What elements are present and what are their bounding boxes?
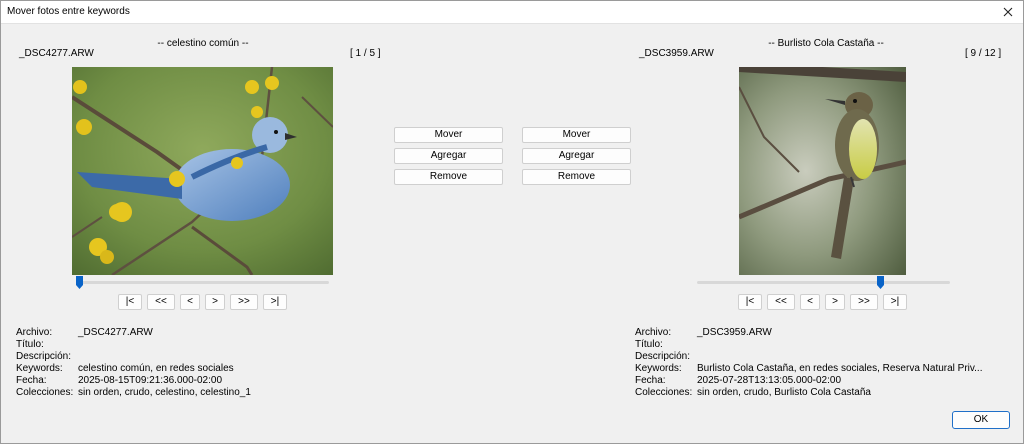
left-photo-image (72, 67, 333, 275)
right-slider-thumb[interactable] (876, 276, 884, 289)
left-photo (72, 67, 333, 275)
right-label-fecha: Fecha: (635, 375, 666, 386)
right-label-colecciones: Colecciones: (635, 387, 693, 398)
right-label-titulo: Título: (635, 339, 663, 350)
window-title: Mover fotos entre keywords (7, 6, 130, 17)
right-value-archivo: _DSC3959.ARW (697, 327, 772, 338)
right-nav-back-button[interactable]: < (800, 294, 820, 310)
left-nav-forward-many-button[interactable]: >> (230, 294, 258, 310)
left-label-colecciones: Colecciones: (16, 387, 74, 398)
right-value-colecciones: sin orden, crudo, Burlisto Cola Castaña (697, 387, 871, 398)
right-photo-image (739, 67, 906, 275)
right-label-keywords: Keywords: (635, 363, 682, 374)
left-nav-back-many-button[interactable]: << (147, 294, 175, 310)
left-nav-forward-button[interactable]: > (205, 294, 225, 310)
left-nav-last-button[interactable]: >| (263, 294, 287, 310)
left-label-fecha: Fecha: (16, 375, 47, 386)
right-remove-button[interactable]: Remove (522, 169, 631, 185)
right-nav-forward-many-button[interactable]: >> (850, 294, 878, 310)
left-nav-first-button[interactable]: |< (118, 294, 142, 310)
right-keyword-header: -- Burlisto Cola Castaña -- (768, 38, 884, 49)
right-move-button[interactable]: Mover (522, 127, 631, 143)
right-add-button[interactable]: Agregar (522, 148, 631, 164)
left-label-archivo: Archivo: (16, 327, 53, 338)
left-slider-thumb[interactable] (76, 276, 83, 289)
title-bar: Mover fotos entre keywords (1, 1, 1023, 24)
left-counter: [ 1 / 5 ] (350, 48, 381, 59)
right-counter: [ 9 / 12 ] (965, 48, 1002, 59)
ok-button[interactable]: OK (952, 411, 1010, 429)
left-add-button[interactable]: Agregar (394, 148, 503, 164)
right-nav-back-many-button[interactable]: << (767, 294, 795, 310)
left-value-archivo: _DSC4277.ARW (78, 327, 153, 338)
left-move-button[interactable]: Mover (394, 127, 503, 143)
left-value-colecciones: sin orden, crudo, celestino, celestino_1 (78, 387, 251, 398)
right-filename: _DSC3959.ARW (639, 48, 714, 59)
right-label-archivo: Archivo: (635, 327, 672, 338)
left-filename: _DSC4277.ARW (19, 48, 94, 59)
right-nav-first-button[interactable]: |< (738, 294, 762, 310)
left-value-keywords: celestino común, en redes sociales (78, 363, 234, 374)
left-value-fecha: 2025-08-15T09:21:36.000-02:00 (78, 375, 223, 386)
left-label-titulo: Título: (16, 339, 44, 350)
close-icon (1003, 7, 1013, 17)
right-value-keywords: Burlisto Cola Castaña, en redes sociales… (697, 363, 983, 374)
left-nav-back-button[interactable]: < (180, 294, 200, 310)
right-label-descripcion: Descripción: (635, 351, 691, 362)
left-label-descripcion: Descripción: (16, 351, 72, 362)
left-label-keywords: Keywords: (16, 363, 63, 374)
right-value-fecha: 2025-07-28T13:13:05.000-02:00 (697, 375, 842, 386)
left-keyword-header: -- celestino común -- (157, 38, 249, 49)
right-nav-forward-button[interactable]: > (825, 294, 845, 310)
left-slider-track[interactable] (76, 281, 329, 284)
right-nav-last-button[interactable]: >| (883, 294, 907, 310)
right-photo (739, 67, 906, 275)
right-slider-track[interactable] (697, 281, 950, 284)
close-button[interactable] (993, 1, 1023, 23)
left-remove-button[interactable]: Remove (394, 169, 503, 185)
